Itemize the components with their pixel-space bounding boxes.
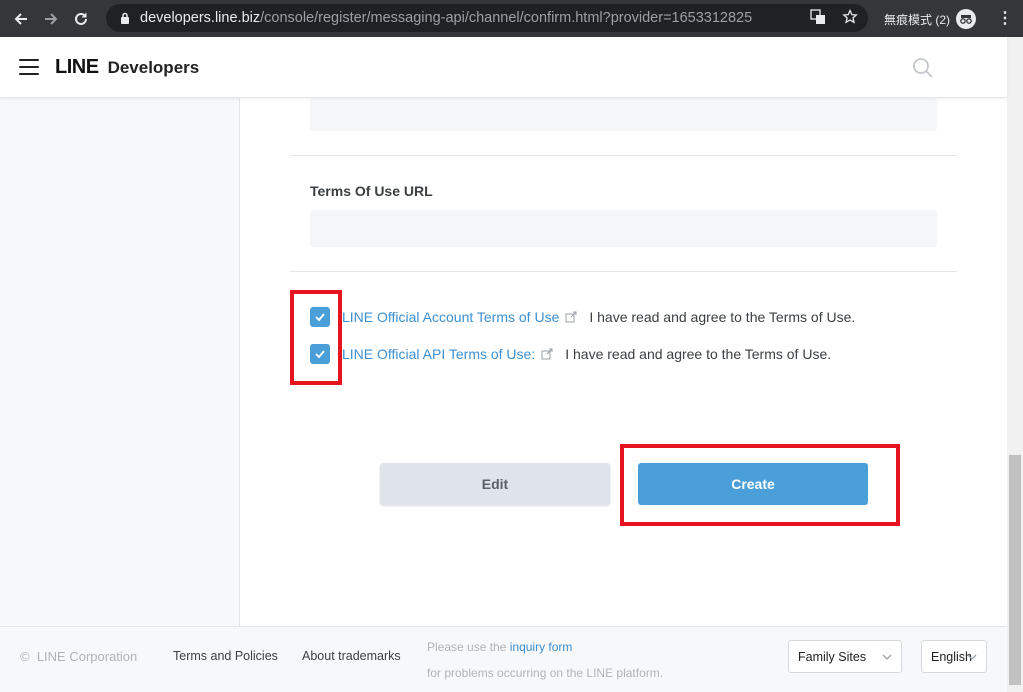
back-arrow-icon[interactable] (6, 4, 36, 34)
previous-field-input (310, 98, 937, 131)
main-content: Terms Of Use URL LINE Official Account T… (240, 98, 1007, 626)
chevron-down-icon (966, 651, 978, 666)
inquiry-note-line2: for problems occurring on the LINE platf… (427, 666, 664, 680)
screen: developers.line.biz/console/register/mes… (0, 0, 1023, 692)
api-terms-agreement-text: I have read and agree to the Terms of Us… (565, 346, 832, 362)
lock-icon (118, 11, 132, 25)
inquiry-note: Please use the inquiry form (427, 640, 573, 654)
terms-of-use-url-label: Terms Of Use URL (310, 183, 433, 199)
external-link-icon[interactable] (541, 348, 553, 360)
inquiry-form-link[interactable]: inquiry form (510, 640, 573, 654)
search-icon[interactable] (912, 57, 934, 84)
brand-developers: Developers (107, 57, 200, 77)
page-scrollbar[interactable] (1007, 37, 1023, 692)
terms-and-policies-link[interactable]: Terms and Policies (173, 649, 278, 663)
footer: © LINE Corporation Terms and Policies Ab… (0, 626, 1007, 692)
divider (290, 271, 957, 272)
incognito-icon (956, 9, 977, 29)
api-terms-link[interactable]: LINE Official API Terms of Use: (342, 346, 535, 362)
language-select[interactable]: English (921, 640, 987, 673)
sidebar (0, 98, 240, 626)
agreement-row-account: LINE Official Account Terms of Use I hav… (310, 307, 855, 327)
account-terms-agreement-text: I have read and agree to the Terms of Us… (589, 309, 856, 325)
agreement-row-api: LINE Official API Terms of Use: I have r… (310, 344, 831, 364)
divider (290, 155, 957, 156)
edit-button[interactable]: Edit (380, 463, 610, 505)
terms-of-use-url-field (310, 210, 937, 247)
browser-menu-icon[interactable]: ⋮ (997, 8, 1013, 28)
account-terms-link[interactable]: LINE Official Account Terms of Use (342, 309, 559, 325)
family-sites-select[interactable]: Family Sites (788, 640, 902, 673)
reload-icon[interactable] (66, 4, 96, 34)
checkbox-highlight-box (290, 290, 342, 385)
create-button-highlight-box (620, 444, 900, 526)
scrollbar-thumb[interactable] (1009, 455, 1021, 685)
translate-icon[interactable] (810, 9, 826, 29)
hamburger-menu-icon[interactable] (19, 59, 39, 75)
about-trademarks-link[interactable]: About trademarks (302, 649, 401, 663)
incognito-profile[interactable]: 無痕模式 (2) (884, 9, 977, 29)
brand-line: LINE (55, 55, 99, 78)
browser-toolbar: developers.line.biz/console/register/mes… (0, 0, 1023, 37)
chevron-down-icon (881, 651, 893, 666)
app-header: LINE Developers (0, 37, 1007, 98)
address-bar[interactable]: developers.line.biz/console/register/mes… (106, 4, 868, 32)
family-sites-label: Family Sites (798, 649, 867, 664)
star-icon[interactable] (842, 8, 858, 29)
forward-arrow-icon[interactable] (36, 4, 66, 34)
copyright: © LINE Corporation (20, 649, 138, 664)
external-link-icon[interactable] (565, 311, 577, 323)
brand-logo[interactable]: LINE Developers (55, 56, 199, 79)
url-text: developers.line.biz/console/register/mes… (140, 10, 753, 26)
